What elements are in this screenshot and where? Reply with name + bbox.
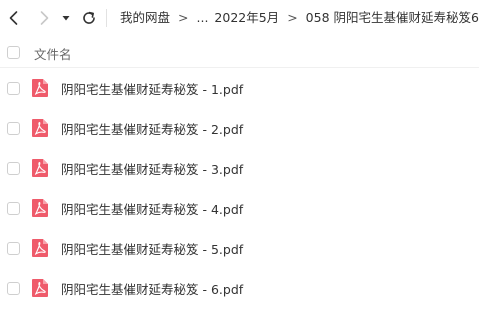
file-name[interactable]: 阴阳宅生基催财延寿秘笈 - 2.pdf: [61, 119, 243, 138]
forward-arrow-icon[interactable]: [34, 8, 54, 28]
pdf-icon: [31, 158, 49, 178]
row-checkbox[interactable]: [7, 282, 20, 295]
file-name[interactable]: 阴阳宅生基催财延寿秘笈 - 1.pdf: [61, 79, 243, 98]
list-header: 文件名: [0, 38, 479, 68]
file-row[interactable]: 阴阳宅生基催财延寿秘笈 - 6.pdf: [0, 268, 479, 308]
pdf-icon: [31, 278, 49, 298]
breadcrumb-separator: >: [178, 10, 189, 25]
row-checkbox[interactable]: [7, 162, 20, 175]
toolbar-divider: [106, 9, 107, 27]
breadcrumb-item-month[interactable]: 2022年5月: [214, 9, 279, 27]
file-name[interactable]: 阴阳宅生基催财延寿秘笈 - 5.pdf: [61, 239, 243, 258]
row-checkbox[interactable]: [7, 242, 20, 255]
file-name[interactable]: 阴阳宅生基催财延寿秘笈 - 6.pdf: [61, 279, 243, 298]
file-row[interactable]: 阴阳宅生基催财延寿秘笈 - 1.pdf: [0, 68, 479, 108]
file-row[interactable]: 阴阳宅生基催财延寿秘笈 - 3.pdf: [0, 148, 479, 188]
refresh-icon[interactable]: [79, 8, 99, 28]
column-header-filename[interactable]: 文件名: [34, 44, 72, 63]
breadcrumb-item-root[interactable]: 我的网盘: [120, 9, 170, 27]
pdf-icon: [31, 198, 49, 218]
file-name[interactable]: 阴阳宅生基催财延寿秘笈 - 3.pdf: [61, 159, 243, 178]
file-row[interactable]: 阴阳宅生基催财延寿秘笈 - 5.pdf: [0, 228, 479, 268]
select-all-checkbox[interactable]: [7, 46, 20, 59]
row-checkbox[interactable]: [7, 202, 20, 215]
file-row[interactable]: 阴阳宅生基催财延寿秘笈 - 4.pdf: [0, 188, 479, 228]
breadcrumb-item-current[interactable]: 058 阴阳宅生基催财延寿秘笈6册: [306, 9, 479, 27]
pdf-icon: [31, 238, 49, 258]
back-arrow-icon[interactable]: [4, 8, 24, 28]
file-row[interactable]: 阴阳宅生基催财延寿秘笈 - 2.pdf: [0, 108, 479, 148]
toolbar: 我的网盘>...>2022年5月>058 阴阳宅生基催财延寿秘笈6册: [0, 0, 479, 36]
breadcrumb-separator: >: [287, 10, 298, 25]
row-checkbox[interactable]: [7, 122, 20, 135]
file-name[interactable]: 阴阳宅生基催财延寿秘笈 - 4.pdf: [61, 199, 243, 218]
breadcrumb: 我的网盘>...>2022年5月>058 阴阳宅生基催财延寿秘笈6册: [120, 9, 479, 27]
breadcrumb-item-ellipsis[interactable]: ...: [197, 9, 209, 27]
pdf-icon: [31, 118, 49, 138]
pdf-icon: [31, 78, 49, 98]
row-checkbox[interactable]: [7, 82, 20, 95]
history-dropdown-icon[interactable]: [59, 8, 73, 28]
